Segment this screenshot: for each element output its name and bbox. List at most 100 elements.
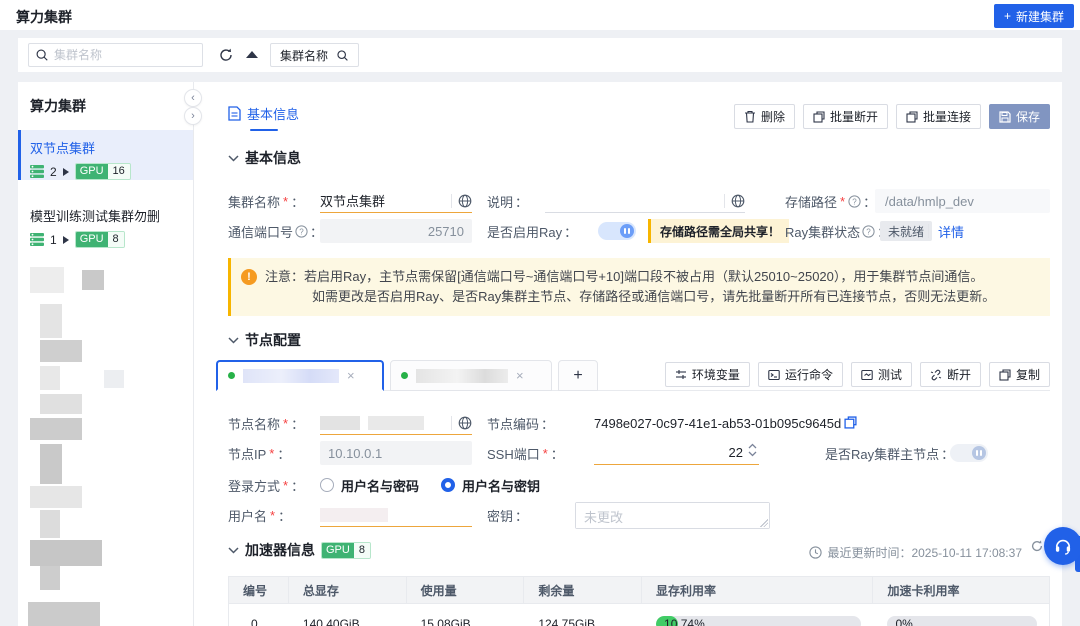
col-free: 剩余量: [524, 577, 642, 603]
last-updated: 最近更新时间：2025-10-11 17:08:37: [809, 544, 1022, 561]
collapse-filter-icon[interactable]: [246, 51, 258, 58]
gpu-badge: GPU 8: [75, 231, 125, 248]
ray-head-toggle[interactable]: [950, 444, 988, 462]
ssh-port-field[interactable]: [594, 441, 759, 465]
table-header-row: 编号 总显存 使用量 剩余量 显存利用率 加速卡利用率: [229, 577, 1049, 603]
refresh-icon[interactable]: [218, 47, 234, 63]
expand-icon[interactable]: [63, 168, 69, 176]
cluster-name-label: 集群名称*：: [228, 186, 304, 216]
batch-connect-label: 批量连接: [923, 108, 971, 125]
secret-field[interactable]: [575, 502, 770, 529]
description-input[interactable]: [545, 193, 718, 208]
batch-disconnect-label: 批量断开: [830, 108, 878, 125]
sidebar-item-cluster-1[interactable]: 模型训练测试集群勿删 1 GPU 8: [18, 198, 194, 246]
cell-used: 15.08GiB: [407, 604, 525, 626]
new-cluster-button[interactable]: + 新建集群: [994, 4, 1074, 28]
run-command-button[interactable]: 运行命令: [758, 362, 843, 387]
gpu-badge-label: GPU: [322, 543, 354, 558]
gpu-badge: GPU 16: [75, 163, 131, 180]
ray-enable-label: 是否启用Ray：: [487, 216, 577, 246]
section-node-config[interactable]: 节点配置: [228, 330, 301, 350]
node-code-label: 节点编码：: [487, 408, 554, 438]
cluster-name-input[interactable]: [320, 193, 445, 208]
cluster-detail-panel: 基本信息 删除 批量断开 批量连接: [194, 82, 1062, 626]
description-field[interactable]: [545, 189, 745, 213]
basic-form-row-2: 通信端口号 ? ： 25710 是否启用Ray： 存储路径需全局共享！ Ray集…: [194, 216, 1062, 246]
section-accelerator[interactable]: 加速器信息 GPU 8: [228, 540, 371, 560]
resize-handle[interactable]: [760, 519, 768, 527]
filter-chip-cluster-name[interactable]: 集群名称: [270, 43, 359, 67]
tab-basic-info-label: 基本信息: [247, 104, 299, 123]
radio-icon: [441, 478, 455, 492]
secret-input[interactable]: [576, 503, 769, 528]
question-icon[interactable]: ?: [848, 195, 861, 208]
globe-icon[interactable]: [458, 194, 472, 208]
radio-keyfile[interactable]: 用户名与密钥: [441, 476, 540, 495]
node-tab-1[interactable]: ×: [216, 360, 384, 391]
storage-path-value: /data/hmlp_dev: [885, 194, 974, 209]
cluster-search-box[interactable]: [28, 43, 203, 67]
mem-util-bar: 10.74%: [656, 616, 861, 626]
step-up-icon[interactable]: [748, 443, 757, 449]
delete-button[interactable]: 删除: [734, 104, 795, 129]
ssh-port-input[interactable]: [594, 445, 759, 460]
node-name-field[interactable]: [320, 411, 472, 435]
secret-label: 密钥：: [487, 500, 528, 530]
radio-password[interactable]: 用户名与密码: [320, 476, 419, 495]
col-used: 使用量: [407, 577, 525, 603]
cluster-name: 模型训练测试集群勿删: [30, 206, 194, 225]
question-icon[interactable]: ?: [295, 225, 308, 238]
headset-icon: [1053, 536, 1073, 556]
node-form-row-3: 登录方式*： 用户名与密码 用户名与密钥: [194, 470, 1062, 500]
sidebar-item-cluster-0[interactable]: 双节点集群 2 GPU 16: [18, 130, 194, 180]
sidebar-expand-button[interactable]: ›: [184, 107, 202, 125]
save-button[interactable]: 保存: [989, 104, 1050, 129]
node-action-bar: 环境变量 运行命令 测试 断开: [665, 362, 1050, 387]
refresh-icon[interactable]: [1030, 539, 1044, 553]
delete-label: 删除: [761, 108, 785, 125]
copy-node-button[interactable]: 复制: [989, 362, 1050, 387]
svg-text:?: ?: [852, 197, 857, 206]
disconnect-button[interactable]: 断开: [920, 362, 981, 387]
storage-path-field[interactable]: /data/hmlp_dev: [875, 189, 1050, 213]
section-basic-info[interactable]: 基本信息: [228, 148, 301, 168]
node-tab-2[interactable]: ×: [390, 360, 552, 391]
gpu-badge-count: 8: [108, 232, 124, 247]
username-field[interactable]: [320, 503, 472, 527]
redacted-node-name: [243, 369, 339, 383]
gpu-badge-label: GPU: [76, 164, 108, 179]
svg-text:?: ?: [299, 227, 304, 236]
username-label: 用户名*：: [228, 500, 291, 530]
sidebar-collapse-button[interactable]: ‹: [184, 89, 202, 107]
batch-disconnect-icon: [813, 111, 825, 123]
search-input[interactable]: [54, 48, 184, 62]
cluster-name-field[interactable]: [320, 189, 472, 213]
batch-connect-button[interactable]: 批量连接: [896, 104, 981, 129]
step-down-icon[interactable]: [748, 451, 757, 457]
ray-enable-toggle[interactable]: [598, 222, 636, 240]
table-row: 0 140.40GiB 15.08GiB 124.75GiB 10.74% 0%: [229, 603, 1049, 626]
close-icon[interactable]: ×: [347, 368, 355, 383]
close-icon[interactable]: ×: [516, 368, 524, 383]
batch-disconnect-button[interactable]: 批量断开: [803, 104, 888, 129]
globe-icon[interactable]: [731, 194, 745, 208]
stepper-icons[interactable]: [748, 443, 757, 457]
question-icon[interactable]: ?: [862, 225, 875, 238]
ray-status-detail-link[interactable]: 详情: [938, 222, 964, 241]
section-basic-info-label: 基本信息: [245, 148, 301, 168]
terminal-icon: [768, 369, 780, 381]
node-ip-field: 10.10.0.1: [320, 441, 472, 465]
warning-icon: !: [241, 269, 257, 285]
env-vars-button[interactable]: 环境变量: [665, 362, 750, 387]
add-node-tab-button[interactable]: +: [558, 360, 598, 391]
test-button[interactable]: 测试: [851, 362, 912, 387]
save-icon: [999, 111, 1011, 123]
gpu-badge-label: GPU: [76, 232, 108, 247]
ssh-port-label: SSH端口*：: [487, 438, 564, 468]
customer-service-widget[interactable]: [1044, 527, 1080, 565]
globe-icon[interactable]: [458, 416, 472, 430]
copy-code-icon[interactable]: [844, 416, 857, 429]
node-count: 1: [50, 233, 57, 247]
expand-icon[interactable]: [63, 236, 69, 244]
tab-basic-info[interactable]: 基本信息: [228, 104, 299, 123]
